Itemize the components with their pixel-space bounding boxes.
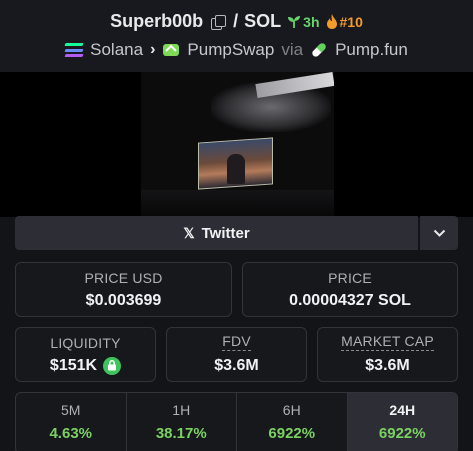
pair-header: Superb00b / SOL 3h #10 Solana › PumpSwap [0, 0, 473, 72]
breadcrumb-launchpad[interactable]: Pump.fun [335, 40, 408, 60]
breadcrumb: Solana › PumpSwap via Pump.fun [0, 40, 473, 60]
price-native-label: PRICE [328, 269, 372, 286]
twitter-label: Twitter [201, 224, 250, 242]
fdv-label[interactable]: FDV [222, 333, 251, 351]
tab-1h[interactable]: 1H 38.17% [127, 393, 237, 451]
price-usd-card: PRICE USD $0.003699 [15, 262, 232, 317]
token-banner [0, 72, 473, 217]
tab-5m[interactable]: 5M 4.63% [16, 393, 127, 451]
banner-image [141, 72, 334, 217]
liquidity-label: LIQUIDITY [50, 334, 121, 351]
price-change-value: 38.17% [155, 425, 207, 442]
liquidity-value: $151K [49, 356, 98, 374]
pair-title-row: Superb00b / SOL 3h #10 [0, 11, 473, 32]
market-cap-card: MARKET CAP $3.6M [317, 327, 458, 382]
price-usd-value: $0.003699 [85, 291, 162, 309]
breadcrumb-via: via [281, 40, 304, 59]
trending-rank: #10 [339, 13, 363, 30]
chevron-right-icon: › [150, 41, 156, 58]
tab-label: 1H [172, 402, 191, 418]
pair-separator: / [233, 11, 239, 31]
pair-age-badge: 3h [287, 13, 320, 30]
pair-age: 3h [303, 13, 320, 30]
breadcrumb-chain[interactable]: Solana [90, 40, 143, 60]
price-change-tabs: 5M 4.63% 1H 38.17% 6H 6922% 24H 6922% [15, 392, 458, 451]
solana-icon [64, 43, 84, 57]
flame-icon [326, 14, 337, 29]
liquidity-value-row: $151K [49, 356, 122, 375]
pill-icon [312, 43, 326, 57]
token-name: Superb00b [110, 11, 204, 31]
tab-label: 6H [282, 402, 301, 418]
trending-rank-badge[interactable]: #10 [326, 14, 363, 30]
price-usd-label: PRICE USD [84, 269, 163, 286]
price-native-value: 0.00004327 SOL [289, 291, 411, 309]
fdv-card: FDV $3.6M [166, 327, 307, 382]
seedling-icon [288, 15, 301, 28]
lock-icon[interactable] [103, 356, 122, 375]
price-change-value: 4.63% [49, 425, 93, 442]
x-icon: 𝕏 [183, 224, 195, 241]
tab-label: 24H [389, 402, 416, 418]
quote-token: SOL [244, 11, 282, 31]
chevron-down-icon [433, 229, 445, 237]
market-cap-label[interactable]: MARKET CAP [341, 333, 434, 351]
price-change-value: 6922% [378, 425, 426, 442]
pumpswap-icon [163, 44, 180, 56]
breadcrumb-dex[interactable]: PumpSwap [187, 40, 274, 60]
price-change-value: 6922% [268, 425, 316, 442]
price-native-card: PRICE 0.00004327 SOL [242, 262, 458, 317]
tab-label: 5M [61, 402, 81, 418]
copy-icon[interactable] [211, 14, 227, 30]
liquidity-card: LIQUIDITY $151K [15, 327, 156, 382]
market-cap-value: $3.6M [365, 356, 410, 374]
fdv-value: $3.6M [214, 356, 259, 374]
tab-24h[interactable]: 24H 6922% [347, 393, 457, 451]
twitter-button[interactable]: 𝕏 Twitter [15, 216, 418, 250]
tab-6h[interactable]: 6H 6922% [237, 393, 348, 451]
more-links-button[interactable] [420, 216, 458, 250]
